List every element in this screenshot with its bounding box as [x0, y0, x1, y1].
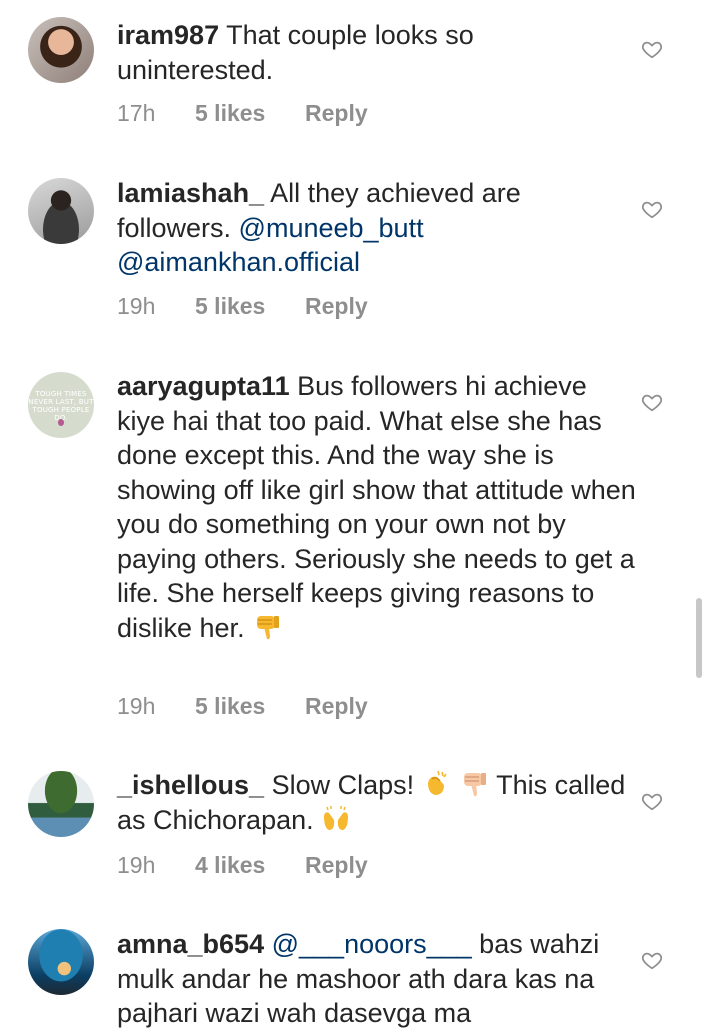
comment-meta: 19h 4 likes Reply: [117, 852, 368, 879]
avatar[interactable]: [28, 929, 94, 995]
comment-body: aaryagupta11 Bus followers hi achieve ki…: [117, 369, 637, 645]
raised-hands-emoji: [324, 805, 349, 830]
heart-outline-icon[interactable]: [641, 949, 663, 971]
reply-button[interactable]: Reply: [305, 852, 368, 878]
comment-likes[interactable]: 5 likes: [195, 693, 305, 720]
balloon-icon: [58, 419, 64, 426]
comment-username[interactable]: amna_b654: [117, 929, 264, 959]
comment-time: 19h: [117, 293, 156, 319]
scrollbar[interactable]: [696, 598, 702, 678]
avatar[interactable]: [28, 771, 94, 837]
comment-body: _ishellous_ Slow Claps! This called as C…: [117, 768, 637, 837]
comment-username[interactable]: iram987: [117, 20, 219, 50]
comment-time: 19h: [117, 852, 156, 878]
comment-likes[interactable]: 5 likes: [195, 100, 305, 127]
avatar[interactable]: TOUGH TIMES NEVER LAST, BUT TOUGH PEOPLE…: [28, 372, 94, 438]
comment-likes[interactable]: 4 likes: [195, 852, 305, 879]
comment-meta: 19h 5 likes Reply: [117, 693, 368, 720]
reply-button[interactable]: Reply: [305, 693, 368, 719]
comment-body: lamiashah_ All they achieved are followe…: [117, 176, 637, 280]
mention-link[interactable]: @muneeb_butt: [239, 213, 424, 243]
thumbs-down-emoji: [257, 615, 280, 639]
comment-likes[interactable]: 5 likes: [195, 293, 305, 320]
comment-time: 17h: [117, 100, 156, 126]
comment-meta: 17h 5 likes Reply: [117, 100, 368, 127]
avatar[interactable]: [28, 17, 94, 83]
comment-username[interactable]: _ishellous_: [117, 770, 264, 800]
heart-outline-icon[interactable]: [641, 38, 663, 60]
thumbs-down-emoji: [464, 773, 487, 797]
clapping-hands-emoji: [427, 770, 447, 795]
mention-link[interactable]: @aimankhan.official: [117, 247, 360, 277]
mention-link[interactable]: @___nooors___: [272, 929, 472, 959]
comment-text: Slow Claps!: [264, 770, 422, 800]
comment-text: Bus followers hi achieve kiye hai that t…: [117, 371, 636, 643]
avatar-quote-text: TOUGH TIMES NEVER LAST, BUT TOUGH PEOPLE…: [28, 390, 94, 422]
reply-button[interactable]: Reply: [305, 100, 368, 126]
comment-body: iram987 That couple looks so unintereste…: [117, 18, 637, 87]
comment-username[interactable]: aaryagupta11: [117, 371, 290, 401]
heart-outline-icon[interactable]: [641, 790, 663, 812]
comment-meta: 19h 5 likes Reply: [117, 293, 368, 320]
heart-outline-icon[interactable]: [641, 198, 663, 220]
reply-button[interactable]: Reply: [305, 293, 368, 319]
comment-body: amna_b654 @___nooors___ bas wahzi mulk a…: [117, 927, 637, 1031]
heart-outline-icon[interactable]: [641, 391, 663, 413]
avatar[interactable]: [28, 178, 94, 244]
comment-username[interactable]: lamiashah_: [117, 178, 264, 208]
comment-time: 19h: [117, 693, 156, 719]
